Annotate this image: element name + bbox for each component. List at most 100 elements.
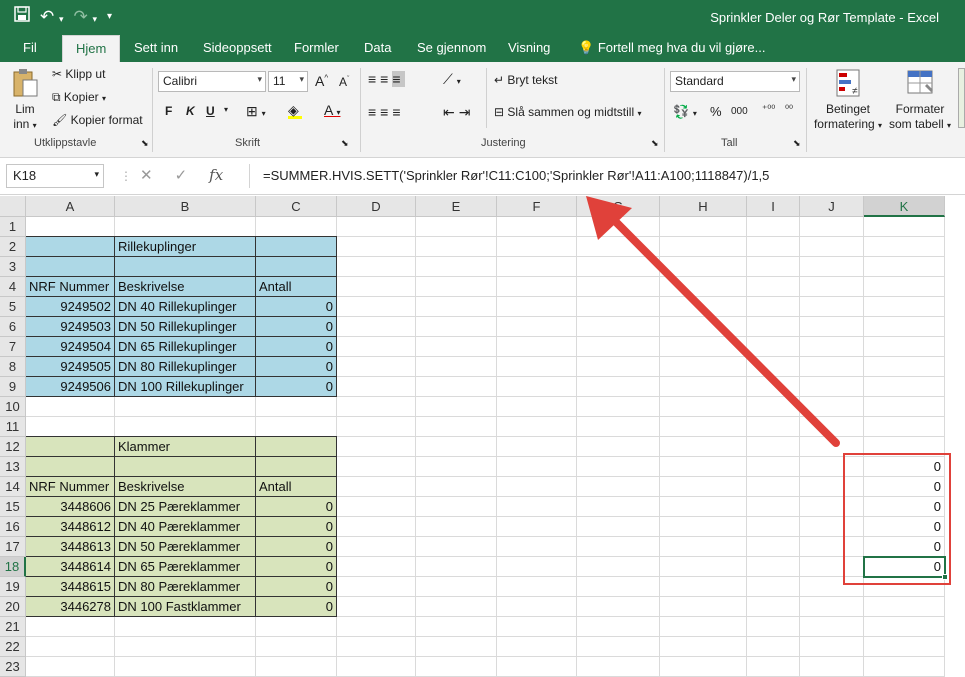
font-size-select[interactable]: 11 ▾	[268, 71, 308, 92]
cancel-icon[interactable]: ✕	[140, 166, 153, 184]
borders-icon[interactable]: ⊞ ▾	[246, 103, 266, 120]
bold-button[interactable]: F	[165, 104, 172, 118]
grid-cell[interactable]	[497, 457, 577, 477]
grid-cell[interactable]	[747, 477, 800, 497]
grid-cell[interactable]	[660, 317, 747, 337]
grid-cell[interactable]	[800, 617, 864, 637]
grid-cell[interactable]	[660, 477, 747, 497]
grid-cell[interactable]	[497, 277, 577, 297]
grid-cell[interactable]	[864, 317, 945, 337]
description-cell[interactable]: DN 65 Rillekuplinger	[115, 337, 256, 357]
grid-cell[interactable]	[416, 417, 497, 437]
grid-cell[interactable]	[577, 537, 660, 557]
row-header-16[interactable]: 16	[0, 517, 26, 537]
grid-cell[interactable]	[337, 477, 416, 497]
grid-cell[interactable]	[577, 617, 660, 637]
formula-input[interactable]: =SUMMER.HVIS.SETT('Sprinkler Rør'!C11:C1…	[249, 164, 961, 188]
grid-cell[interactable]	[337, 357, 416, 377]
tab-formler[interactable]: Formler	[294, 40, 339, 55]
tab-hjem[interactable]: Hjem	[62, 35, 121, 62]
font-launcher-icon[interactable]: ⬊	[341, 138, 349, 149]
quantity-cell[interactable]: 0	[256, 377, 337, 397]
grid-cell[interactable]	[497, 317, 577, 337]
grid-cell[interactable]	[800, 337, 864, 357]
grid-cell[interactable]	[660, 337, 747, 357]
grid-cell[interactable]	[416, 517, 497, 537]
grid-cell[interactable]	[337, 437, 416, 457]
grid-cell[interactable]	[337, 237, 416, 257]
grid-cell[interactable]	[577, 317, 660, 337]
grid-cell[interactable]	[337, 517, 416, 537]
grid-cell[interactable]	[660, 577, 747, 597]
grid-cell[interactable]	[337, 617, 416, 637]
enter-icon[interactable]: ✓	[175, 166, 188, 184]
chevron-down-icon[interactable]: ▾	[224, 105, 228, 114]
row-header-23[interactable]: 23	[0, 657, 26, 677]
grid-cell[interactable]	[747, 657, 800, 677]
grid-cell[interactable]	[416, 577, 497, 597]
grid-cell[interactable]	[800, 417, 864, 437]
tab-sett-inn[interactable]: Sett inn	[134, 40, 178, 55]
grid-cell[interactable]	[337, 657, 416, 677]
column-header-d[interactable]: D	[337, 196, 416, 217]
tab-sideoppsett[interactable]: Sideoppsett	[203, 40, 272, 55]
grid-cell[interactable]	[497, 237, 577, 257]
grid-cell[interactable]	[497, 617, 577, 637]
grid-cell[interactable]	[497, 497, 577, 517]
row-header-17[interactable]: 17	[0, 537, 26, 557]
grid-cell[interactable]	[337, 497, 416, 517]
column-header-e[interactable]: E	[416, 196, 497, 217]
grid-cell[interactable]	[497, 557, 577, 577]
grid-cell[interactable]	[337, 537, 416, 557]
grid-cell[interactable]	[747, 577, 800, 597]
description-cell[interactable]: DN 80 Rillekuplinger	[115, 357, 256, 377]
grid-cell[interactable]	[416, 477, 497, 497]
grid-cell[interactable]	[497, 217, 577, 237]
grid-cell[interactable]	[497, 597, 577, 617]
table-header[interactable]: Beskrivelse	[115, 477, 256, 497]
grid-cell[interactable]	[497, 437, 577, 457]
grid-cell[interactable]	[337, 297, 416, 317]
grid-cell[interactable]	[256, 397, 337, 417]
grid-cell[interactable]	[577, 517, 660, 537]
grid-cell[interactable]	[747, 497, 800, 517]
grow-font-button[interactable]: A^	[315, 73, 328, 89]
grid-cell[interactable]	[26, 397, 115, 417]
grid-cell[interactable]	[337, 277, 416, 297]
nrf-number-cell[interactable]: 3448612	[26, 517, 115, 537]
grid-cell[interactable]	[115, 657, 256, 677]
grid-cell[interactable]	[864, 637, 945, 657]
grid-cell[interactable]	[747, 397, 800, 417]
row-header-22[interactable]: 22	[0, 637, 26, 657]
grid-cell[interactable]	[337, 637, 416, 657]
cell-styles-partial[interactable]	[958, 68, 965, 128]
table-header[interactable]: Beskrivelse	[115, 277, 256, 297]
description-cell[interactable]: DN 25 Pæreklammer	[115, 497, 256, 517]
nrf-number-cell[interactable]: 3448615	[26, 577, 115, 597]
quantity-cell[interactable]: 0	[256, 517, 337, 537]
grid-cell[interactable]	[497, 657, 577, 677]
row-header-12[interactable]: 12	[0, 437, 26, 457]
paste-button[interactable]: Lim inn ▾	[10, 68, 40, 133]
grid-cell[interactable]	[864, 257, 945, 277]
row-header-5[interactable]: 5	[0, 297, 26, 317]
grid-cell[interactable]	[800, 597, 864, 617]
nrf-number-cell[interactable]: 9249503	[26, 317, 115, 337]
grid-cell[interactable]	[864, 217, 945, 237]
shrink-font-button[interactable]: Aˇ	[339, 75, 349, 89]
select-all-corner[interactable]	[0, 196, 26, 217]
grid-cell[interactable]	[747, 217, 800, 237]
grid-cell[interactable]	[800, 277, 864, 297]
grid-cell[interactable]	[497, 577, 577, 597]
grid-cell[interactable]	[115, 397, 256, 417]
grid-cell[interactable]	[497, 517, 577, 537]
quantity-cell[interactable]: 0	[256, 597, 337, 617]
grid-cell[interactable]	[660, 277, 747, 297]
nrf-number-cell[interactable]: 3448606	[26, 497, 115, 517]
grid-cell[interactable]	[26, 617, 115, 637]
grid-cell[interactable]	[416, 657, 497, 677]
grid-cell[interactable]	[864, 337, 945, 357]
row-header-21[interactable]: 21	[0, 617, 26, 637]
grid-cell[interactable]	[800, 297, 864, 317]
grid-cell[interactable]	[497, 417, 577, 437]
